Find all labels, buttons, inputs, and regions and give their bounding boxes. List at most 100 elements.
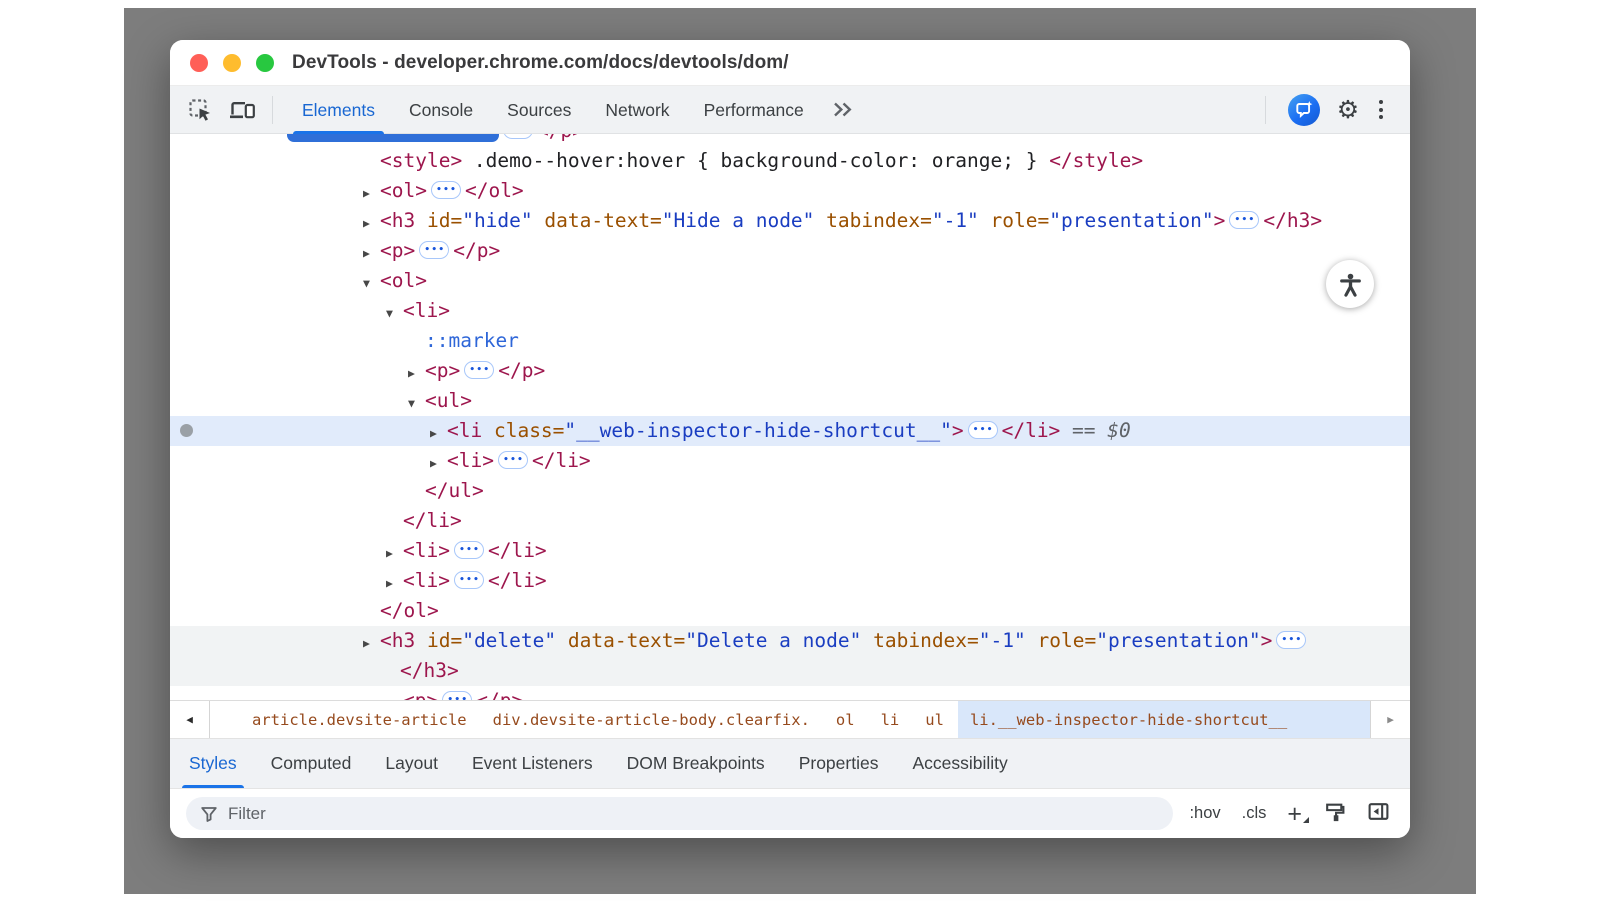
breadcrumb-scroll-right-button[interactable]: ▶ — [1370, 701, 1410, 738]
dom-row[interactable]: ::marker — [170, 326, 1410, 356]
sidebar-tab-event-listeners[interactable]: Event Listeners — [455, 739, 610, 788]
expand-arrow-icon[interactable]: ▼ — [386, 298, 403, 328]
ai-assistant-button[interactable] — [1288, 94, 1320, 126]
tab-sources[interactable]: Sources — [490, 86, 588, 134]
breadcrumb-item[interactable]: li.__web-inspector-hide-shortcut__ — [958, 701, 1370, 738]
settings-button[interactable]: ⚙ — [1330, 95, 1366, 124]
dom-row[interactable]: <style> .demo--hover:hover { background-… — [170, 146, 1410, 176]
dom-token: </li> — [488, 569, 547, 592]
tab-performance[interactable]: Performance — [687, 86, 821, 134]
breadcrumb-item[interactable]: li — [869, 701, 912, 738]
dom-row[interactable]: ▼<ol> — [170, 266, 1410, 296]
ellipsis-expand-icon[interactable]: ••• — [454, 541, 484, 559]
dom-token: </li> — [488, 539, 547, 562]
ellipsis-expand-icon[interactable]: ••• — [419, 241, 449, 259]
dom-token: </ol> — [380, 599, 439, 622]
expand-arrow-icon[interactable]: ▶ — [386, 538, 403, 568]
sidebar-tab-styles[interactable]: Styles — [172, 739, 254, 788]
breadcrumb-item[interactable]: ol — [824, 701, 867, 738]
dom-row[interactable]: ▶<p>•••</p> — [170, 236, 1410, 266]
dom-token: <p> — [425, 359, 460, 382]
expand-arrow-icon[interactable]: ▶ — [386, 688, 403, 700]
dom-row[interactable]: ▶<p>•••</p> — [170, 356, 1410, 386]
dom-token: .demo--hover:hover { background-color: o… — [462, 149, 1049, 172]
dom-token: role= — [1026, 629, 1096, 652]
sidebar-tab-computed[interactable]: Computed — [254, 739, 369, 788]
ellipsis-expand-icon[interactable]: ••• — [968, 421, 998, 439]
filter-input[interactable] — [228, 804, 528, 824]
accessibility-overlay-button[interactable] — [1326, 260, 1374, 308]
sidebar-tab-layout[interactable]: Layout — [368, 739, 455, 788]
devtools-toolbar: ElementsConsoleSourcesNetworkPerformance… — [170, 86, 1410, 134]
expand-arrow-icon[interactable]: ▶ — [430, 418, 447, 448]
dom-token: <p> — [403, 689, 438, 700]
ellipsis-expand-icon[interactable]: ••• — [431, 181, 461, 199]
tab-console[interactable]: Console — [392, 86, 490, 134]
dom-row[interactable]: ▶<h3 id="delete" data-text="Delete a nod… — [170, 626, 1410, 656]
double-chevron-right-icon — [831, 101, 855, 118]
expand-arrow-icon[interactable]: ▼ — [363, 268, 380, 298]
ellipsis-expand-icon[interactable]: ••• — [454, 571, 484, 589]
dom-row[interactable]: ▶<li class="__web-inspector-hide-shortcu… — [170, 416, 1410, 446]
breadcrumb-item[interactable]: div.devsite-article-body.clearfix. — [481, 701, 822, 738]
expand-arrow-icon[interactable]: ▶ — [363, 178, 380, 208]
expand-arrow-icon[interactable]: ▶ — [363, 208, 380, 238]
expand-arrow-icon[interactable]: ▶ — [363, 628, 380, 658]
dom-row[interactable]: ▼<li> — [170, 296, 1410, 326]
dom-row[interactable]: ▶<h3 id="hide" data-text="Hide a node" t… — [170, 206, 1410, 236]
inspect-element-button[interactable] — [182, 92, 218, 128]
toggle-element-state-button[interactable]: :hov — [1189, 804, 1220, 823]
dom-row[interactable]: ▼<ul> — [170, 386, 1410, 416]
dom-token: </h3> — [400, 659, 459, 682]
toggle-sidebar-button[interactable] — [1367, 801, 1390, 827]
ellipsis-expand-icon[interactable]: ••• — [503, 134, 533, 139]
dom-row[interactable]: ▶<li>•••</li> — [170, 446, 1410, 476]
ellipsis-expand-icon[interactable]: ••• — [498, 451, 528, 469]
expand-arrow-icon[interactable]: ▶ — [363, 238, 380, 268]
sidebar-tab-accessibility[interactable]: Accessibility — [895, 739, 1024, 788]
dom-token: "__web-inspector-hide-shortcut__" — [564, 419, 951, 442]
ellipsis-expand-icon[interactable]: ••• — [1276, 631, 1306, 649]
new-style-rule-button[interactable]: + — [1287, 804, 1302, 824]
dom-row[interactable]: ••• </p> — [170, 134, 1410, 146]
rendering-emulation-button[interactable] — [1323, 800, 1346, 828]
ai-assistant-icon — [1295, 100, 1314, 119]
close-window-button[interactable] — [190, 54, 208, 72]
expand-arrow-icon[interactable]: ▼ — [408, 388, 425, 418]
expand-arrow-icon[interactable]: ▶ — [408, 358, 425, 388]
kebab-menu-button[interactable] — [1366, 100, 1396, 119]
breadcrumb-item[interactable]: article.devsite-article — [240, 701, 479, 738]
dom-token: </ol> — [465, 179, 524, 202]
minimize-window-button[interactable] — [223, 54, 241, 72]
tab-network[interactable]: Network — [588, 86, 686, 134]
dom-row[interactable]: ▶<p>•••</p> — [170, 686, 1410, 700]
toggle-classes-button[interactable]: .cls — [1242, 804, 1267, 823]
dom-row[interactable]: </ul> — [170, 476, 1410, 506]
ellipsis-expand-icon[interactable]: ••• — [464, 361, 494, 379]
breadcrumb-item[interactable]: ul — [913, 701, 956, 738]
sidebar-tabs: StylesComputedLayoutEvent ListenersDOM B… — [170, 738, 1410, 788]
sidebar-tab-properties[interactable]: Properties — [782, 739, 896, 788]
sidebar-tab-dom-breakpoints[interactable]: DOM Breakpoints — [610, 739, 782, 788]
maximize-window-button[interactable] — [256, 54, 274, 72]
dom-row[interactable]: </ol> — [170, 596, 1410, 626]
more-tabs-button[interactable] — [821, 101, 865, 118]
expand-arrow-icon[interactable]: ▶ — [386, 568, 403, 598]
breadcrumb-scroll-left-button[interactable]: ◀ — [170, 701, 210, 738]
dom-row[interactable]: </h3> — [170, 656, 1410, 686]
toolbar-right-actions: ⚙ — [1253, 94, 1396, 126]
device-toolbar-button[interactable] — [224, 92, 260, 128]
dom-row[interactable]: </li> — [170, 506, 1410, 536]
dom-row[interactable]: ▶<ol>•••</ol> — [170, 176, 1410, 206]
expand-arrow-icon[interactable]: ▶ — [430, 448, 447, 478]
dom-token: "Delete a node" — [685, 629, 861, 652]
filter-field[interactable] — [186, 797, 1173, 830]
dom-row[interactable]: ▶<li>•••</li> — [170, 536, 1410, 566]
ellipsis-expand-icon[interactable]: ••• — [442, 691, 472, 700]
dom-token: </p> — [537, 134, 584, 142]
ellipsis-expand-icon[interactable]: ••• — [1229, 211, 1259, 229]
toolbar-divider — [272, 96, 273, 124]
dom-row[interactable]: ▶<li>•••</li> — [170, 566, 1410, 596]
kebab-menu-icon — [1379, 100, 1383, 104]
tab-elements[interactable]: Elements — [285, 86, 392, 134]
